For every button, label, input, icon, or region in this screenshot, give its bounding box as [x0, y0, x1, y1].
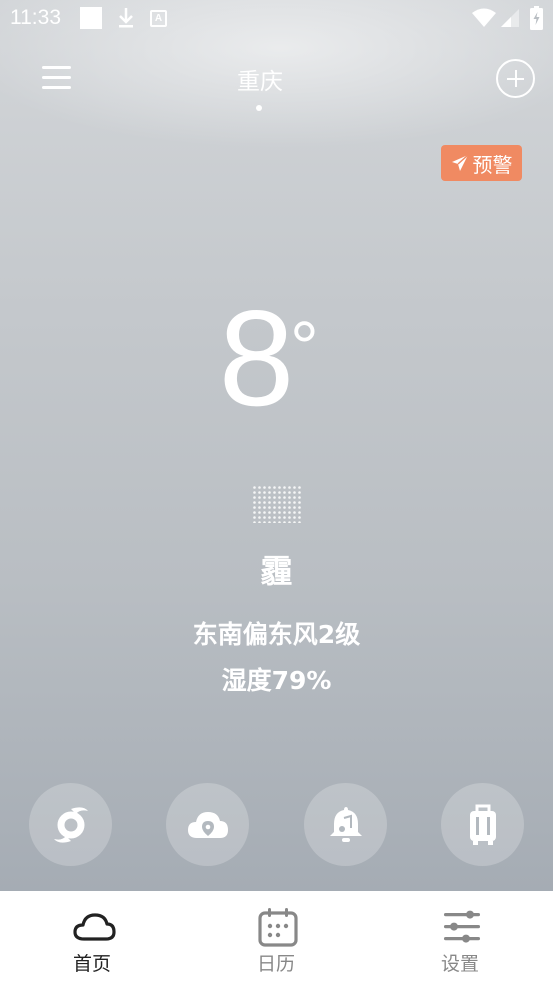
- weather-condition: 霾: [260, 552, 293, 590]
- bottom-navigation: 首页 日历 设置: [0, 891, 553, 984]
- alert-button[interactable]: 预警: [441, 145, 522, 181]
- nav-calendar-label: 日历: [256, 953, 295, 975]
- nav-settings[interactable]: 设置: [368, 891, 552, 984]
- travel-button[interactable]: [441, 783, 524, 866]
- cloud-icon: [73, 913, 116, 941]
- status-time: 11:33: [10, 6, 61, 29]
- cloud-location-button[interactable]: [166, 783, 249, 866]
- wifi-icon: [472, 8, 496, 27]
- add-city-button[interactable]: [496, 59, 535, 98]
- luggage-icon: [469, 804, 496, 845]
- settings-sliders-icon: [444, 910, 480, 943]
- reminder-button[interactable]: [304, 783, 387, 866]
- page-indicator-dot: [256, 105, 262, 111]
- temperature-value: 8: [218, 282, 295, 434]
- calendar-icon: [258, 908, 298, 947]
- nav-settings-label: 设置: [440, 953, 479, 975]
- temperature-unit: °: [290, 308, 319, 388]
- download-icon: [119, 8, 133, 28]
- wind-info: 东南偏东风2级: [192, 620, 361, 649]
- bell-music-icon: [329, 806, 362, 842]
- humidity-info: 湿度79%: [221, 666, 332, 695]
- nav-calendar[interactable]: 日历: [184, 891, 368, 984]
- typhoon-button[interactable]: [29, 783, 112, 866]
- send-icon: [451, 154, 469, 171]
- nav-home-label: 首页: [72, 953, 111, 975]
- battery-icon: [530, 6, 543, 30]
- haze-dots-icon: [252, 485, 302, 523]
- typhoon-icon: [53, 806, 88, 843]
- a-icon: A: [150, 10, 167, 27]
- city-title[interactable]: 重庆: [0, 62, 520, 96]
- nav-home[interactable]: 首页: [0, 891, 184, 984]
- weather-screen: 11:33 A 重庆 预警 8 ° 霾 东南偏东风2级 湿度79%: [0, 0, 553, 891]
- signal-icon: [501, 9, 519, 27]
- status-bar: 11:33 A: [0, 0, 553, 38]
- temperature-display: 8 °: [0, 290, 553, 426]
- alert-label: 预警: [472, 152, 513, 177]
- notification-square-icon: [80, 7, 102, 29]
- cloud-location-icon: [187, 811, 228, 838]
